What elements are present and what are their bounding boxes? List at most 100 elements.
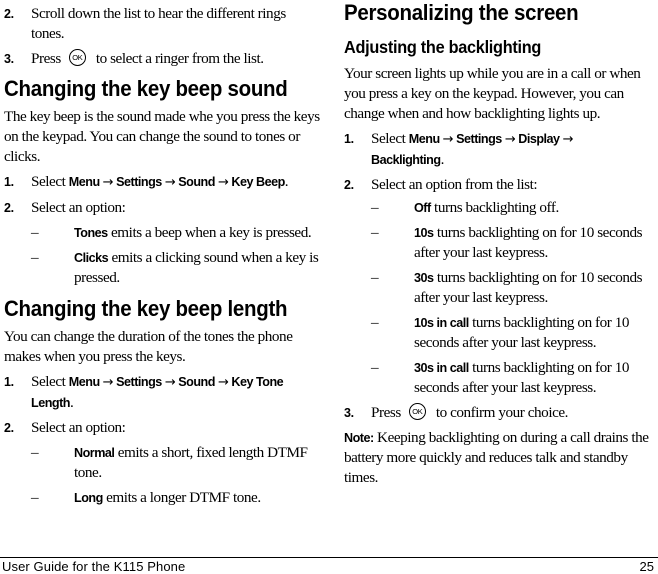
option-item: – 10s in call turns backlighting on for … [344, 313, 656, 353]
right-column: Personalizing the screen Adjusting the b… [344, 0, 656, 488]
dash-bullet: – [371, 314, 379, 331]
step-prefix: Select [31, 373, 66, 390]
menu-path-item: Menu [68, 175, 100, 189]
dash-bullet: – [371, 269, 379, 286]
option-desc: emits a clicking sound when a key is pre… [74, 249, 319, 286]
step-text-after: to confirm your choice. [435, 404, 569, 421]
step-text: Select an option from the list: [371, 176, 538, 193]
menu-path-item: Settings [116, 375, 162, 389]
step-1-menu-path: 1. Select Menu → Settings → Display → Backligh… [344, 129, 656, 170]
option-item: – 10s turns backlighting on for 10 secon… [344, 223, 656, 263]
section-heading-personalizing-screen: Personalizing the screen [344, 0, 579, 25]
arrow-right-icon: → [217, 375, 229, 390]
option-desc: turns backlighting off. [434, 199, 559, 216]
note-text: Keeping backlighting on during a call dr… [344, 429, 649, 486]
section-intro: You can change the duration of the tones… [4, 328, 293, 365]
dash-bullet: – [31, 224, 39, 241]
arrow-right-icon: → [562, 132, 574, 147]
arrow-right-icon: → [442, 132, 454, 147]
step-text: Select an option: [31, 199, 126, 216]
option-desc: emits a beep when a key is pressed. [111, 224, 312, 241]
menu-path-item: Menu [408, 132, 440, 146]
option-term: 10s in call [414, 316, 469, 330]
option-desc: emits a longer DTMF tone. [106, 489, 261, 506]
page-number: 25 [639, 559, 654, 574]
step-text-before: Press [371, 404, 401, 421]
menu-path-item: Settings [456, 132, 502, 146]
section-intro: Your screen lights up while you are in a… [344, 65, 641, 122]
option-item: – 30s in call turns backlighting on for … [344, 358, 656, 398]
step-text: Scroll down the list to hear the differe… [31, 5, 286, 42]
step-prefix: Select [371, 130, 406, 147]
step-prefix: Select [31, 173, 66, 190]
menu-path-item: Settings [116, 175, 162, 189]
arrow-right-icon: → [217, 175, 229, 190]
step-number: 1. [344, 132, 354, 146]
dash-bullet: – [371, 199, 379, 216]
step-number: 2. [4, 201, 14, 215]
option-item: – Normal emits a short, fixed length DTM… [4, 443, 320, 483]
dash-bullet: – [31, 249, 39, 266]
menu-path-item: Sound [178, 175, 215, 189]
step-2-select-option: 2. Select an option: – Normal emits a sh… [4, 418, 320, 508]
option-term: Long [74, 491, 103, 505]
menu-path-item: Menu [68, 375, 100, 389]
dash-bullet: – [31, 489, 39, 506]
step-2-select-option: 2. Select an option from the list: – Off… [344, 175, 656, 398]
menu-path-item: Backlighting [371, 153, 441, 167]
note: Note: Keeping backlighting on during a c… [344, 428, 656, 488]
step-text-before: Press [31, 50, 61, 67]
option-term: Clicks [74, 251, 109, 265]
step-text-after: to select a ringer from the list. [95, 50, 264, 67]
step-3-press-ok: 3. Press OK to select a ringer from the li… [4, 49, 320, 69]
note-label: Note: [344, 431, 374, 445]
ok-key-icon: OK [68, 49, 86, 67]
option-desc: turns backlighting on for 10 seconds aft… [414, 224, 643, 261]
option-term: 30s in call [414, 361, 469, 375]
option-item: – 30s turns backlighting on for 10 secon… [344, 268, 656, 308]
arrow-right-icon: → [164, 175, 176, 190]
option-item: – Off turns backlighting off. [344, 198, 656, 218]
step-number: 3. [4, 52, 14, 66]
arrow-right-icon: → [102, 175, 114, 190]
footer-divider [0, 557, 658, 558]
option-desc: turns backlighting on for 10 seconds aft… [414, 269, 643, 306]
option-term: 30s [414, 271, 434, 285]
option-term: 10s [414, 226, 434, 240]
section-intro: The key beep is the sound made whe you p… [4, 108, 320, 165]
arrow-right-icon: → [102, 375, 114, 390]
dash-bullet: – [371, 359, 379, 376]
step-2-scroll: 2. Scroll down the list to hear the diff… [4, 4, 320, 44]
menu-path-item: Display [518, 132, 560, 146]
option-item: – Tones emits a beep when a key is press… [4, 223, 320, 243]
menu-path-item: Sound [178, 375, 215, 389]
dash-bullet: – [31, 444, 39, 461]
option-term: Tones [74, 226, 108, 240]
menu-path-item: Key Beep [231, 175, 285, 189]
left-column: 2. Scroll down the list to hear the diff… [4, 0, 320, 508]
dash-bullet: – [371, 224, 379, 241]
option-term: Normal [74, 446, 115, 460]
step-number: 2. [344, 178, 354, 192]
arrow-right-icon: → [164, 375, 176, 390]
section-heading-key-beep-length: Changing the key beep length [4, 296, 288, 321]
step-number: 1. [4, 175, 14, 189]
step-1-menu-path: 1. Select Menu → Settings → Sound → Key Beep. [4, 172, 320, 193]
step-3-press-ok: 3. Press OK to confirm your choice. [344, 403, 656, 423]
footer-title: User Guide for the K115 Phone [2, 559, 186, 574]
option-item: – Long emits a longer DTMF tone. [4, 488, 320, 508]
option-item: – Clicks emits a clicking sound when a k… [4, 248, 320, 288]
step-suffix: . [440, 151, 445, 168]
arrow-right-icon: → [504, 132, 516, 147]
step-suffix: . [284, 173, 289, 190]
step-text: Select an option: [31, 419, 126, 436]
step-number: 2. [4, 421, 14, 435]
step-number: 3. [344, 406, 354, 420]
step-number: 1. [4, 375, 14, 389]
step-number: 2. [4, 7, 14, 21]
step-suffix: . [69, 394, 74, 411]
ok-key-icon: OK [408, 403, 426, 421]
section-heading-key-beep-sound: Changing the key beep sound [4, 76, 288, 101]
option-term: Off [414, 201, 431, 215]
step-1-menu-path: 1. Select Menu → Settings → Sound → Key Tone L… [4, 372, 320, 413]
